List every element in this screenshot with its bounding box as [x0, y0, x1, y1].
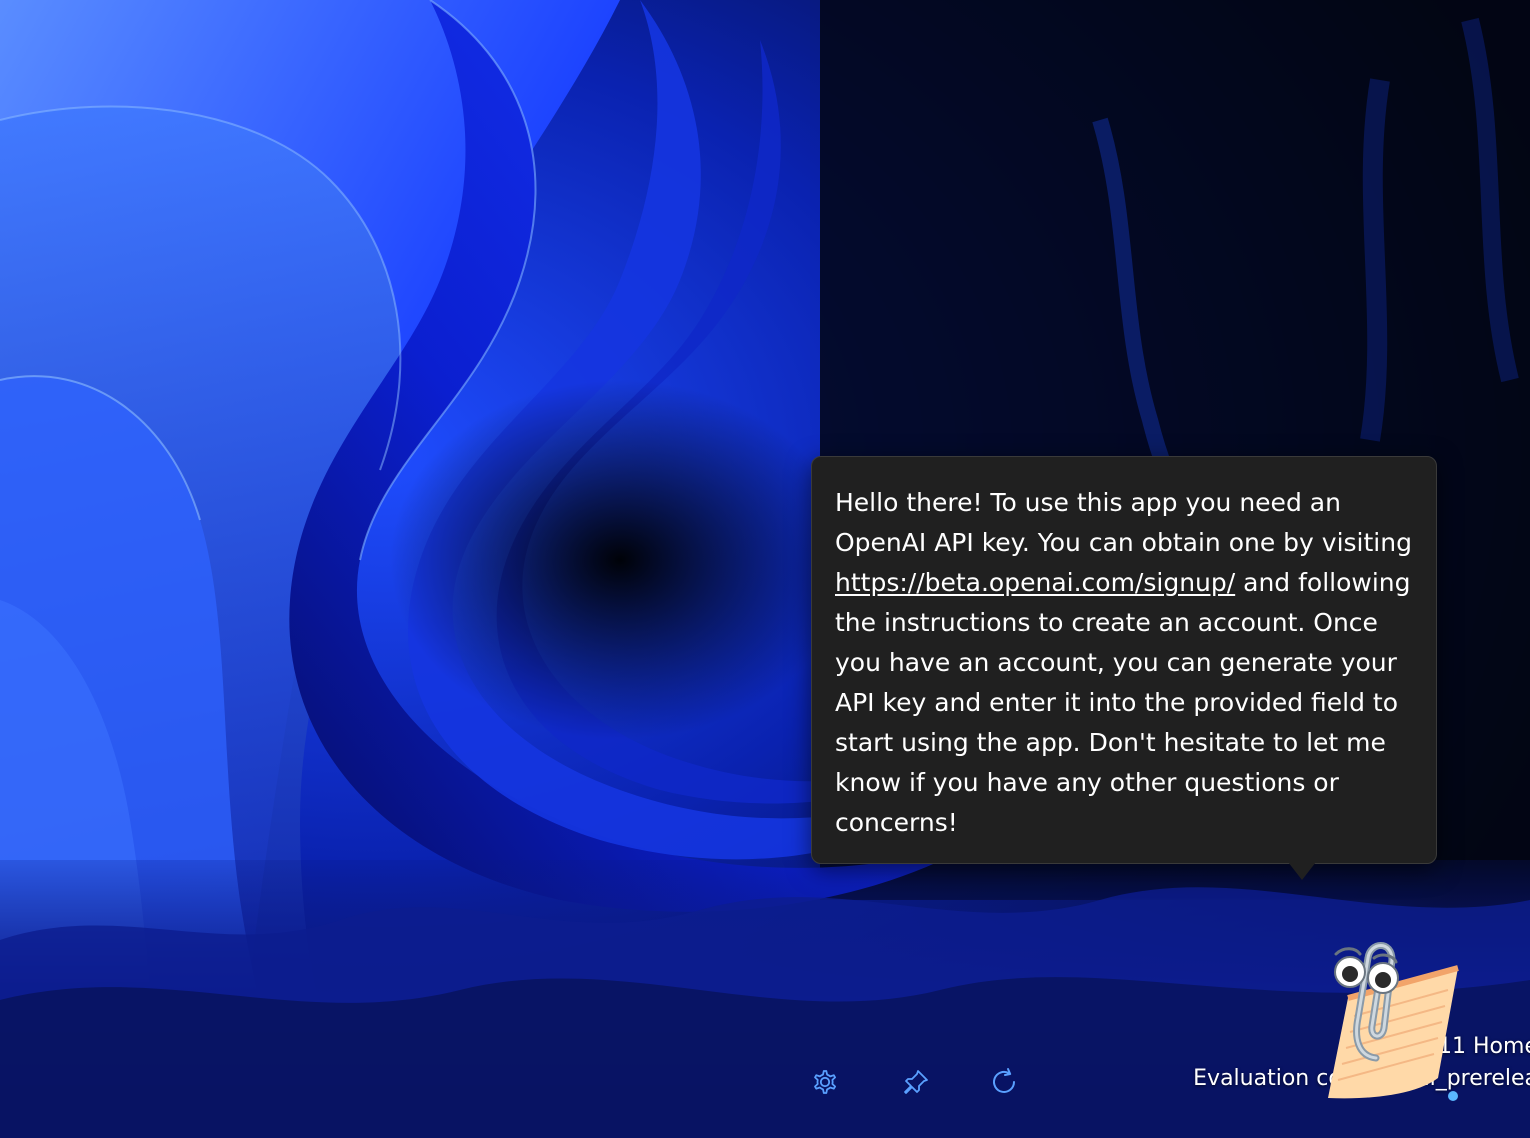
- pin-icon: [904, 1070, 928, 1094]
- assistant-speech-bubble: Hello there! To use this app you need an…: [811, 456, 1437, 864]
- assistant-message: Hello there! To use this app you need an…: [835, 483, 1414, 843]
- settings-button[interactable]: [805, 1062, 845, 1102]
- refresh-button[interactable]: [984, 1062, 1024, 1102]
- clippy-assistant[interactable]: [1288, 928, 1468, 1108]
- refresh-icon: [993, 1068, 1015, 1093]
- speech-bubble-tail: [1288, 862, 1316, 880]
- desktop: 11 Home Evaluation copy. Bu ni_prerelea …: [0, 0, 1530, 1138]
- pin-button[interactable]: [896, 1062, 936, 1102]
- signup-link[interactable]: https://beta.openai.com/signup/: [835, 568, 1235, 597]
- gear-icon: [814, 1070, 836, 1094]
- assistant-message-intro: Hello there! To use this app you need an…: [835, 488, 1412, 557]
- assistant-message-rest: and following the instructions to create…: [835, 568, 1411, 837]
